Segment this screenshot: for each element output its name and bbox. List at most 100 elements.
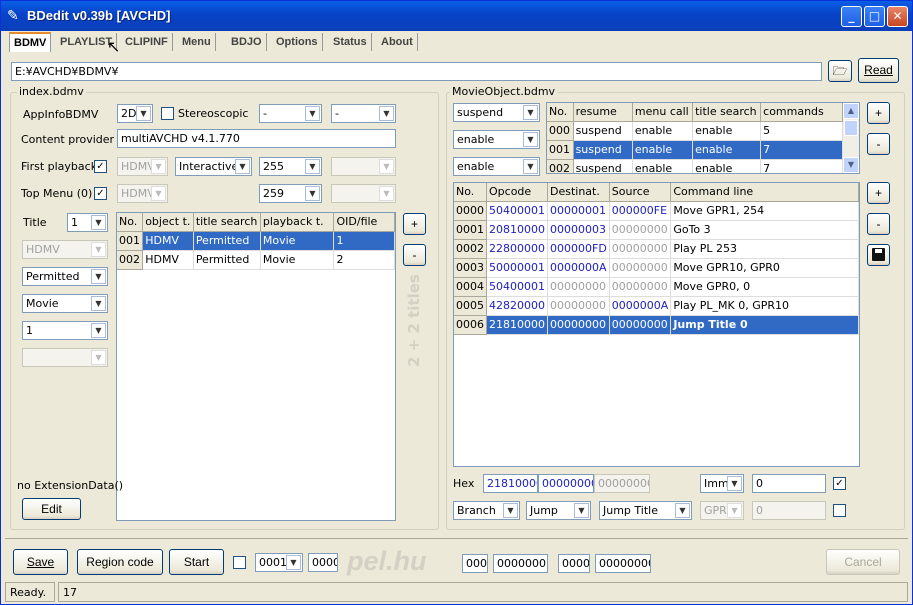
read-button[interactable]: Read	[858, 58, 899, 83]
title-search-select[interactable]: Permitted ▼	[22, 267, 108, 286]
remove-object-button[interactable]: -	[867, 133, 890, 155]
title-select[interactable]: 1 ▼	[67, 213, 108, 232]
add-object-button[interactable]: +	[867, 102, 890, 124]
bottom-field-2[interactable]: 00000001	[493, 554, 548, 573]
save-file-button[interactable]	[867, 244, 890, 266]
extra-select[interactable]: ▼	[22, 348, 108, 367]
first-playback-number-select[interactable]: 255 ▼	[259, 157, 322, 176]
path-input[interactable]: E:¥AVCHD¥BDMV¥	[11, 62, 822, 81]
scroll-down-icon[interactable]: ▼	[843, 157, 859, 173]
hex-destination-input[interactable]: 00000000	[538, 474, 594, 493]
maximize-button[interactable]: □	[864, 6, 885, 27]
remove-title-button[interactable]: -	[403, 244, 426, 266]
content-provider-input[interactable]: multiAVCHD v4.1.770	[117, 129, 396, 148]
commands-table[interactable]: No. Opcode Destinat. Source Command line 0000…	[453, 182, 860, 467]
appinfo-select-4[interactable]: - ▼	[331, 104, 396, 123]
hex-source-input[interactable]: 00000000	[594, 474, 650, 493]
column-header[interactable]: menu call	[632, 103, 694, 122]
movie-objects-table[interactable]: No. resume menu call title search commands 00…	[546, 102, 860, 174]
menu-call-select[interactable]: enable ▼	[453, 130, 540, 149]
edit-button[interactable]: Edit	[22, 498, 81, 520]
first-playback-type-select[interactable]: HDMV ▼	[117, 157, 168, 176]
first-playback-mode-select[interactable]: Interactive ▼	[175, 157, 252, 176]
table-row[interactable]: 0005 42820000 00000000 0000000A Play PL_MK 0…	[454, 296, 859, 316]
objects-scrollbar[interactable]: ▲ ▼	[843, 103, 859, 173]
bottom-field-1[interactable]: 000	[462, 554, 488, 573]
column-header[interactable]: Source	[609, 183, 672, 202]
start-value-input[interactable]: 0000	[308, 553, 338, 572]
column-header[interactable]: resume	[573, 103, 633, 122]
gpr-select[interactable]: GPR ▼	[700, 501, 744, 520]
tab-bdmv[interactable]: BDMV	[9, 32, 52, 52]
column-header[interactable]: playback t.	[260, 213, 335, 232]
column-header[interactable]: Command line	[670, 183, 859, 202]
tab-options[interactable]: Options	[272, 33, 323, 51]
titles-table[interactable]: No. object t. title search playback t. OID/f…	[116, 212, 396, 521]
table-row[interactable]: 002 HDMV Permitted Movie 2	[117, 250, 395, 270]
title-search-mo-select[interactable]: enable ▼	[453, 157, 540, 176]
minimize-button[interactable]: _	[841, 6, 862, 27]
bottom-field-4[interactable]: 00000000	[595, 554, 651, 573]
column-header[interactable]: No.	[547, 103, 574, 122]
add-title-button[interactable]: +	[403, 213, 426, 235]
column-header[interactable]: OID/file	[333, 213, 395, 232]
gpr-value-input[interactable]: 0	[752, 501, 826, 520]
column-header[interactable]: No.	[454, 183, 487, 202]
tab-about[interactable]: About	[377, 33, 418, 51]
table-row[interactable]: 0003 50000001 0000000A 00000000 Move GPR10, …	[454, 258, 859, 278]
jump-select[interactable]: Jump ▼	[526, 501, 591, 520]
table-row[interactable]: 000 suspend enable enable 5	[547, 121, 843, 141]
imm-checkbox[interactable]: ✓	[833, 477, 846, 490]
top-menu-extra-select[interactable]: ▼	[331, 184, 396, 203]
hex-opcode-input[interactable]: 21810000	[483, 474, 538, 493]
tab-status[interactable]: Status	[329, 33, 372, 51]
top-menu-number-select[interactable]: 259 ▼	[259, 184, 322, 203]
first-playback-extra-select[interactable]: ▼	[331, 157, 396, 176]
title-object-type-select[interactable]: HDMV ▼	[22, 240, 108, 259]
appinfo-select[interactable]: 2D ▼	[117, 104, 153, 123]
open-folder-button[interactable]: 🗁	[828, 60, 852, 82]
table-row[interactable]: 0002 22800000 000000FD 00000000 Play PL 253	[454, 239, 859, 259]
oid-select[interactable]: 1 ▼	[22, 321, 108, 340]
playback-type-select[interactable]: Movie ▼	[22, 294, 108, 313]
imm-select[interactable]: Imm ▼	[700, 474, 744, 493]
scroll-up-icon[interactable]: ▲	[843, 103, 859, 119]
title-bar[interactable]: ✎ BDedit v0.39b [AVCHD] _ □ ✕	[1, 1, 912, 31]
table-row[interactable]: 0006 21810000 00000000 00000000 Jump Title 0	[454, 315, 859, 335]
add-command-button[interactable]: +	[867, 182, 890, 204]
table-row[interactable]: 0004 50400001 00000000 00000000 Move GPR0, 0	[454, 277, 859, 297]
resume-select[interactable]: suspend ▼	[453, 103, 540, 122]
table-row[interactable]: 0000 50400001 00000001 000000FE Move GPR1, 2…	[454, 201, 859, 221]
jump-title-select[interactable]: Jump Title ▼	[599, 501, 692, 520]
remove-command-button[interactable]: -	[867, 213, 890, 235]
appinfo-select-3[interactable]: - ▼	[259, 104, 322, 123]
top-menu-type-select[interactable]: HDMV ▼	[117, 184, 168, 203]
bottom-field-3[interactable]: 0000	[558, 554, 590, 573]
scroll-thumb[interactable]	[844, 120, 858, 136]
first-playback-checkbox[interactable]: ✓	[94, 160, 107, 173]
column-header[interactable]: commands	[760, 103, 843, 122]
tab-menu[interactable]: Menu	[178, 33, 216, 51]
stereoscopic-checkbox[interactable]	[161, 107, 174, 120]
table-row[interactable]: 001 HDMV Permitted Movie 1	[117, 231, 395, 251]
table-row[interactable]: 0001 20810000 00000003 00000000 GoTo 3	[454, 220, 859, 240]
gpr-checkbox[interactable]	[833, 504, 846, 517]
region-code-button[interactable]: Region code	[77, 549, 163, 575]
start-checkbox[interactable]	[233, 556, 246, 569]
tab-clipinf[interactable]: CLIPINF	[121, 33, 173, 51]
column-header[interactable]: title search	[193, 213, 261, 232]
start-number-select[interactable]: 0001 ▼	[255, 553, 303, 572]
branch-select[interactable]: Branch ▼	[453, 501, 520, 520]
start-button[interactable]: Start	[169, 549, 224, 575]
close-button[interactable]: ✕	[887, 6, 908, 27]
column-header[interactable]: object t.	[142, 213, 194, 232]
column-header[interactable]: title search	[692, 103, 762, 122]
table-row[interactable]: 002 suspend enable enable 7	[547, 159, 843, 173]
tab-bdjo[interactable]: BDJO	[227, 33, 267, 51]
column-header[interactable]: Opcode	[486, 183, 548, 202]
column-header[interactable]: Destinat.	[547, 183, 610, 202]
imm-value-input[interactable]: 0	[752, 474, 826, 493]
top-menu-checkbox[interactable]: ✓	[94, 187, 107, 200]
save-button[interactable]: Save	[13, 549, 68, 575]
column-header[interactable]: No.	[117, 213, 144, 232]
